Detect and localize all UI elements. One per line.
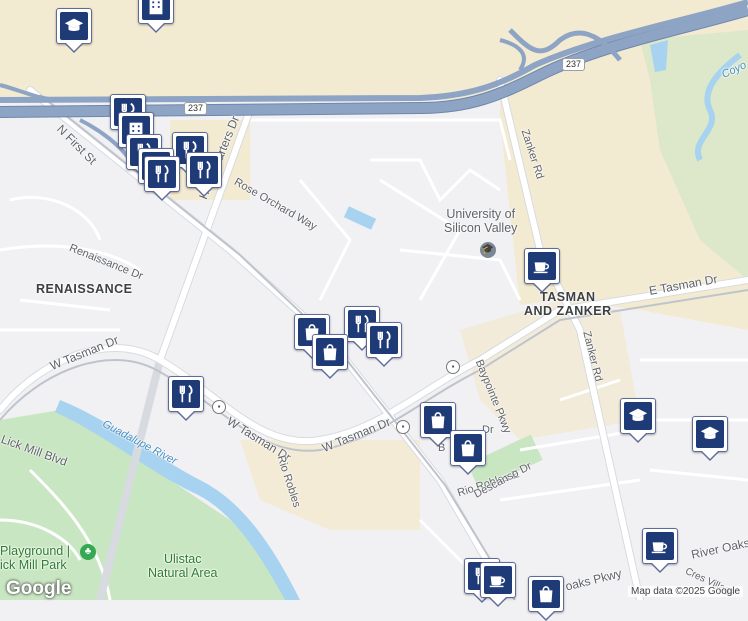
map[interactable]: 237 237 N First St Headquarters Dr Rose … [0, 0, 748, 621]
graduation-cap-icon [60, 12, 88, 40]
graduation-cap-icon [696, 420, 724, 448]
ulistac-label: Ulistac Natural Area [148, 552, 217, 580]
coffee-cup-icon [484, 566, 512, 594]
university-label: University of Silicon Valley [444, 207, 517, 235]
map-canvas [0, 0, 748, 600]
highway-237-shield-west: 237 [184, 102, 208, 115]
coffee-cup-icon [646, 532, 674, 560]
restaurant-marker-9[interactable] [168, 376, 204, 421]
google-logo: Google [6, 578, 72, 599]
park-tree-icon: ♣ [80, 544, 96, 560]
tasman-zanker-line2: AND ZANKER [524, 304, 612, 318]
restaurant-marker-6[interactable] [144, 156, 180, 201]
university-label-line2: Silicon Valley [444, 221, 518, 235]
ulistac-line2: Natural Area [148, 566, 218, 580]
shopping-bag-icon [424, 406, 452, 434]
playground-park-line1: Playground | [0, 544, 70, 558]
commercial-area-south [240, 440, 420, 530]
renaissance-area-label: RENAISSANCE [36, 282, 133, 296]
shopping-bag-icon [454, 434, 482, 462]
bus-stop-icon[interactable]: ▪ [212, 400, 226, 414]
bus-stop-icon[interactable]: ▪ [446, 360, 460, 374]
pool [343, 206, 377, 230]
school-marker-2[interactable] [620, 398, 656, 443]
fork-knife-icon [148, 160, 176, 188]
cafe-marker-3[interactable] [480, 562, 516, 607]
playground-park-label: Playground | ick Mill Park [0, 544, 70, 572]
fork-knife-icon [172, 380, 200, 408]
graduation-cap-icon [624, 402, 652, 430]
school-marker-1[interactable] [56, 8, 92, 53]
restaurant-marker-5[interactable] [186, 152, 222, 197]
university-label-line1: University of [446, 207, 516, 221]
school-marker-3[interactable] [692, 416, 728, 461]
shopping-bag-icon [316, 338, 344, 366]
playground-park-line2: ick Mill Park [0, 558, 67, 572]
building-icon [142, 0, 170, 20]
shopping-bag-icon [532, 580, 560, 608]
shopping-marker-2[interactable] [312, 334, 348, 379]
ulistac-line1: Ulistac [163, 552, 202, 566]
bus-stop-icon[interactable]: ▪ [396, 420, 410, 434]
fork-knife-icon [190, 156, 218, 184]
restaurant-marker-8[interactable] [366, 322, 402, 367]
map-attribution: Map data ©2025 Google [628, 586, 744, 597]
highway-237-shield-east: 237 [562, 58, 586, 71]
coffee-cup-icon [528, 252, 556, 280]
shopping-marker-5[interactable] [528, 576, 564, 621]
university-icon[interactable]: 🎓 [480, 242, 496, 258]
building-marker-top[interactable] [138, 0, 174, 33]
tasman-zanker-area-label: TASMAN AND ZANKER [524, 290, 612, 318]
cafe-marker-2[interactable] [642, 528, 678, 573]
cafe-marker-1[interactable] [524, 248, 560, 293]
shopping-marker-4[interactable] [450, 430, 486, 475]
fork-knife-icon [370, 326, 398, 354]
